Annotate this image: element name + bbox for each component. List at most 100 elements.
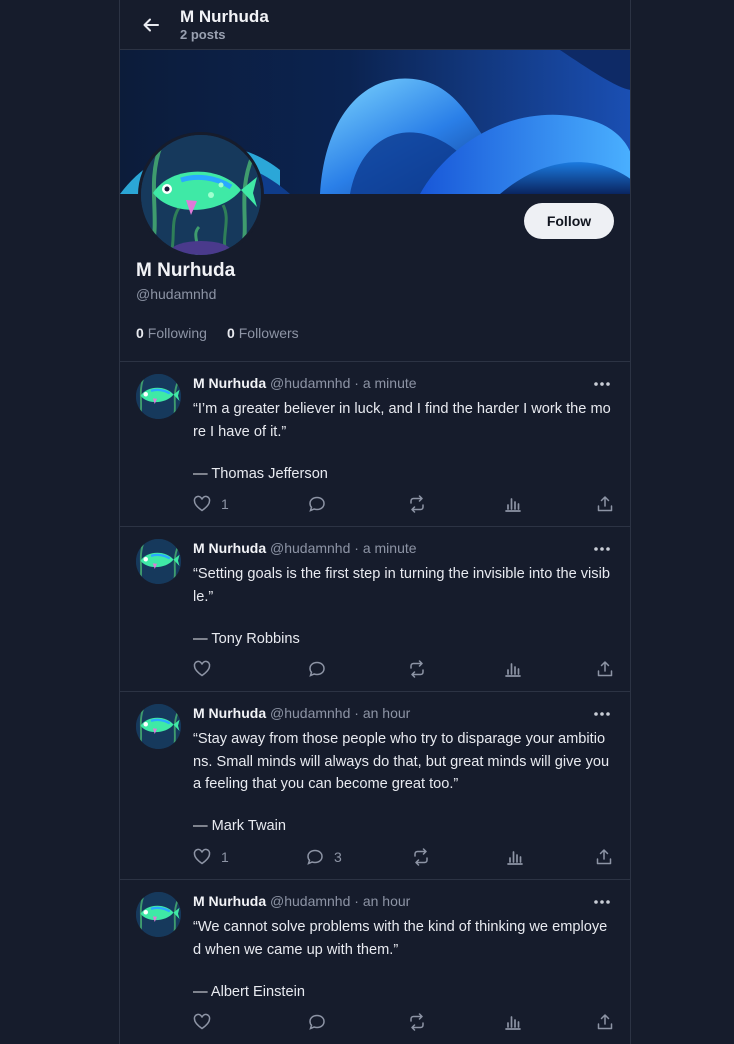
post-handle[interactable]: @hudamnhd [270, 893, 350, 909]
repost-button[interactable] [408, 1013, 426, 1031]
views-button[interactable] [506, 848, 524, 866]
post-text: “We cannot solve problems with the kind … [193, 919, 608, 958]
post-time[interactable]: an hour [363, 893, 410, 909]
reply-icon [309, 661, 325, 677]
reply-button[interactable] [308, 660, 336, 678]
profile-stats: 0 Following 0 Followers [136, 325, 299, 341]
following-stat[interactable]: 0 Following [136, 325, 207, 341]
profile-avatar[interactable] [138, 132, 264, 258]
post-meta: M Nurhuda @hudamnhd · an hour [193, 705, 410, 721]
post-meta: M Nurhuda @hudamnhd · a minute [193, 375, 417, 391]
like-button[interactable]: 1 [193, 848, 229, 866]
share-icon [597, 496, 613, 512]
post-author-name[interactable]: M Nurhuda [193, 540, 266, 556]
back-button[interactable] [140, 14, 162, 36]
more-icon[interactable] [592, 895, 612, 909]
reply-button[interactable] [308, 495, 336, 513]
following-count: 0 [136, 325, 144, 341]
repost-button[interactable] [412, 848, 430, 866]
like-button[interactable]: 1 [193, 495, 229, 513]
post-time[interactable]: a minute [363, 540, 417, 556]
meta-dot: · [354, 893, 359, 909]
quote-author: — Tony Robbins [193, 631, 300, 647]
profile-column: M Nurhuda 2 posts Follow M Nurhuda @huda… [119, 0, 631, 1044]
more-icon[interactable] [592, 377, 612, 391]
post-actions [193, 1013, 614, 1033]
post-text: “I’m a greater believer in luck, and I f… [193, 401, 611, 440]
views-button[interactable] [504, 660, 522, 678]
post-feed: M Nurhuda @hudamnhd · a minute “I’m a gr… [120, 362, 630, 1044]
repost-icon [414, 848, 428, 866]
post-author-name[interactable]: M Nurhuda [193, 893, 266, 909]
heart-icon [193, 495, 211, 512]
post-author-name[interactable]: M Nurhuda [193, 705, 266, 721]
post-count: 2 posts [180, 27, 226, 42]
profile-name: M Nurhuda [136, 260, 236, 281]
meta-dot: · [354, 540, 359, 556]
share-icon [597, 661, 613, 677]
repost-button[interactable] [408, 660, 426, 678]
more-icon[interactable] [592, 707, 612, 721]
post-handle[interactable]: @hudamnhd [270, 375, 350, 391]
reply-icon [309, 1014, 325, 1030]
views-icon [507, 851, 523, 865]
like-button[interactable] [193, 660, 221, 678]
follow-button[interactable]: Follow [524, 203, 614, 239]
post-handle[interactable]: @hudamnhd [270, 540, 350, 556]
quote-author: — Thomas Jefferson [193, 466, 328, 482]
back-arrow-icon [143, 18, 159, 32]
meta-dot: · [354, 375, 359, 391]
post-author-name[interactable]: M Nurhuda [193, 375, 266, 391]
post-handle[interactable]: @hudamnhd [270, 705, 350, 721]
quote-author: — Albert Einstein [193, 984, 305, 1000]
views-button[interactable] [504, 495, 522, 513]
following-label: Following [147, 325, 207, 341]
profile-handle: @hudamnhd [136, 286, 217, 302]
post-item[interactable]: M Nurhuda @hudamnhd · a minute “Setting … [120, 527, 630, 692]
post-item[interactable]: M Nurhuda @hudamnhd · a minute “I’m a gr… [120, 362, 630, 527]
share-button[interactable] [596, 660, 614, 678]
repost-button[interactable] [408, 495, 426, 513]
share-button[interactable] [596, 1013, 614, 1031]
views-icon [505, 1016, 521, 1030]
followers-count: 0 [226, 325, 235, 341]
post-avatar[interactable] [136, 374, 181, 419]
views-button[interactable] [504, 1013, 522, 1031]
post-meta: M Nurhuda @hudamnhd · a minute [193, 540, 417, 556]
post-item[interactable]: M Nurhuda @hudamnhd · an hour “Stay away… [120, 692, 630, 880]
views-icon [505, 663, 521, 677]
post-avatar[interactable] [136, 704, 181, 749]
heart-icon [193, 660, 211, 677]
repost-icon [410, 1013, 424, 1031]
share-button[interactable] [595, 848, 613, 866]
post-actions [193, 660, 614, 680]
profile-header: M Nurhuda 2 posts [120, 0, 630, 50]
meta-dot: · [354, 705, 359, 721]
followers-label: Followers [238, 325, 299, 341]
reply-icon [309, 496, 325, 512]
reply-button[interactable]: 3 [306, 848, 342, 866]
post-meta: M Nurhuda @hudamnhd · an hour [193, 893, 410, 909]
post-item[interactable]: M Nurhuda @hudamnhd · an hour “We cannot… [120, 880, 630, 1044]
post-avatar[interactable] [136, 539, 181, 584]
share-icon [596, 849, 612, 865]
post-avatar[interactable] [136, 892, 181, 937]
post-text: “Setting goals is the first step in turn… [193, 566, 610, 605]
share-button[interactable] [596, 495, 614, 513]
reply-icon [307, 849, 323, 865]
post-text: “Stay away from those people who try to … [193, 731, 610, 792]
like-count: 1 [221, 496, 229, 512]
post-actions: 1 [193, 495, 614, 515]
post-actions: 1 3 [193, 848, 614, 868]
followers-stat[interactable]: 0 Followers [227, 325, 299, 341]
more-icon[interactable] [592, 542, 612, 556]
share-icon [597, 1014, 613, 1030]
reply-button[interactable] [308, 1013, 336, 1031]
post-time[interactable]: an hour [363, 705, 410, 721]
post-time[interactable]: a minute [363, 375, 417, 391]
quote-author: — Mark Twain [193, 818, 286, 834]
like-button[interactable] [193, 1013, 221, 1031]
header-title: M Nurhuda [180, 7, 269, 26]
repost-icon [410, 495, 424, 513]
repost-icon [410, 660, 424, 678]
